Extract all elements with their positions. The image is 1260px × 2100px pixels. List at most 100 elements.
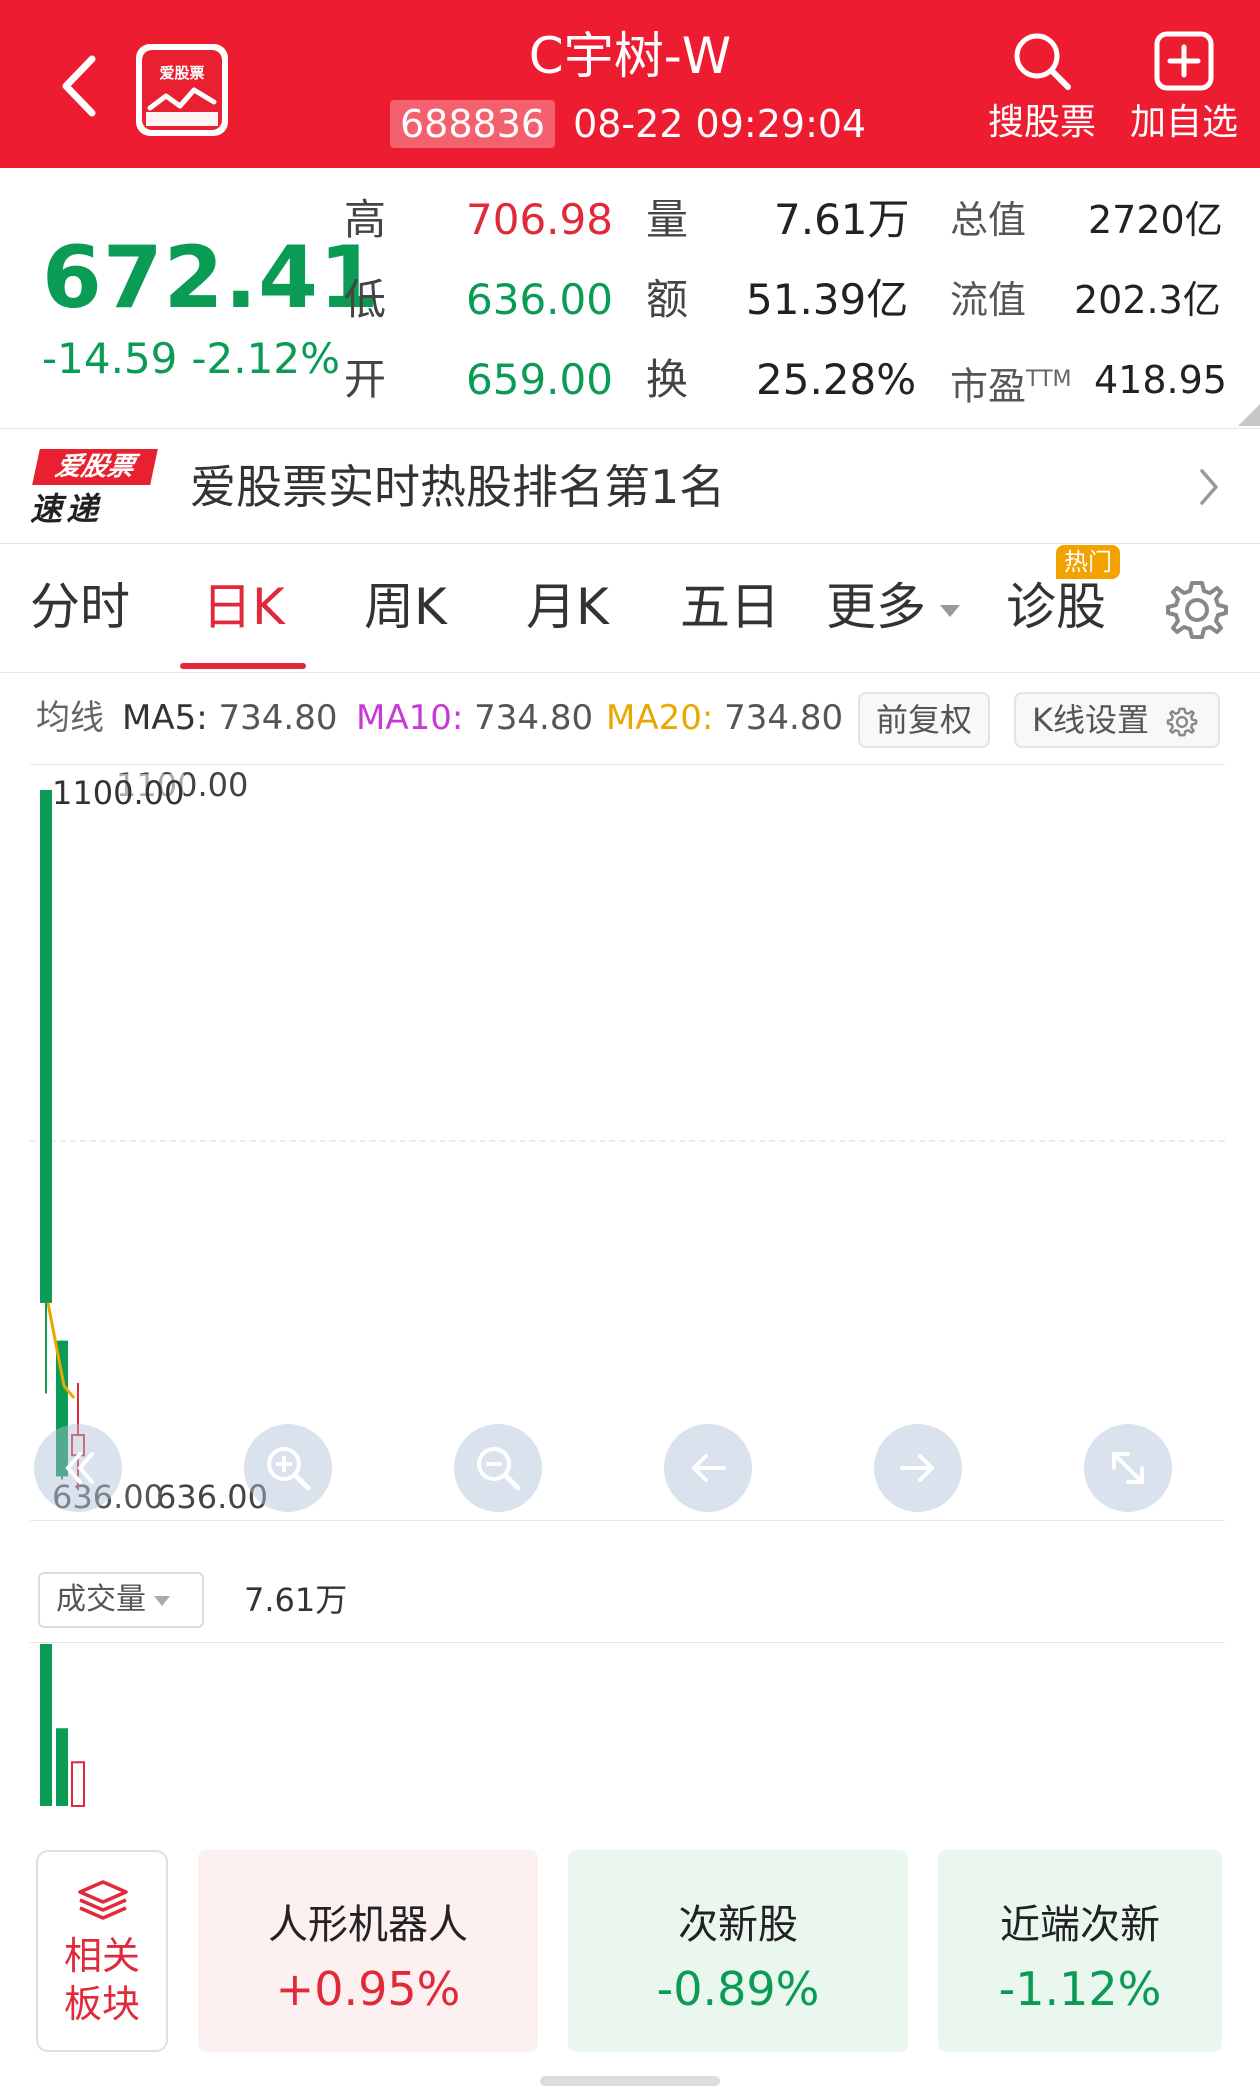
sector-name: 次新股 xyxy=(678,1902,798,1948)
adjust-mode-button[interactable]: 前复权 xyxy=(858,692,991,748)
quote-panel: 672.41 -14.59 -2.12% 高 706.98 量 7.61万 总值 … xyxy=(0,168,1260,426)
pe-value: 418.95 xyxy=(1094,358,1227,402)
ma-legend: 均线 MA5: 734.80 MA10: 734.80 MA20: 734.80… xyxy=(0,686,1260,750)
chart-settings-button[interactable] xyxy=(1162,575,1232,645)
ma5-value: 734.80 xyxy=(218,698,338,738)
plus-box-icon xyxy=(1154,31,1214,91)
layers-icon xyxy=(78,1880,128,1920)
zoom-in-button[interactable] xyxy=(244,1424,332,1512)
kline-svg xyxy=(40,790,85,1490)
related-sectors-button[interactable]: 相关板块 xyxy=(36,1850,168,2052)
turnover-value: 25.28% xyxy=(756,355,917,404)
volume-value: 7.61万 xyxy=(774,195,910,244)
ma20-value: 734.80 xyxy=(724,698,844,738)
low-label: 低 xyxy=(344,275,387,324)
float-cap-value: 202.3亿 xyxy=(1074,278,1221,322)
expand-corner-icon[interactable] xyxy=(1238,404,1260,426)
search-stock-button[interactable]: 搜股票 xyxy=(980,24,1104,148)
hot-badge: 热门 xyxy=(1056,545,1120,579)
volume-readout: 7.61万 xyxy=(244,1581,348,1619)
tab-more[interactable]: 更多 xyxy=(826,545,960,673)
related-sectors-label: 相关板块 xyxy=(63,1934,140,2026)
high-label: 高 xyxy=(344,195,387,244)
hot-rank-banner[interactable]: 爱股票 速递 爱股票实时热股排名第1名 xyxy=(0,428,1260,544)
tab-weekly-k[interactable]: 周K xyxy=(364,545,447,673)
sudi-logo: 爱股票 速递 xyxy=(30,449,158,529)
tab-daily-k[interactable]: 日K xyxy=(202,545,285,673)
sector-card[interactable]: 次新股 -0.89% xyxy=(568,1850,908,2052)
volume-chart xyxy=(40,1644,85,1808)
volume-bar xyxy=(40,1644,52,1806)
caret-down-icon xyxy=(940,604,960,617)
quote-row-1: 高 706.98 量 7.61万 总值 2720亿 xyxy=(0,190,1260,250)
zoom-in-icon xyxy=(267,1447,311,1491)
back-arrow-icon xyxy=(62,55,96,117)
stock-name: C宇树-W xyxy=(528,27,732,85)
turnover-label: 换 xyxy=(646,355,689,404)
kline-chart[interactable]: 1100.00 1100.00 636.00 636.00 xyxy=(0,760,1260,1520)
market-cap-label: 总值 xyxy=(950,198,1027,242)
quote-row-2: 低 636.00 额 51.39亿 流值 202.3亿 xyxy=(0,270,1260,330)
indicator-select-label: 成交量 xyxy=(56,1582,146,1617)
back-button[interactable] xyxy=(48,46,108,126)
sector-change: -0.89% xyxy=(656,1962,820,2016)
market-cap-value: 2720亿 xyxy=(1088,198,1223,242)
scroll-left-end-button[interactable] xyxy=(34,1424,122,1512)
sector-card[interactable]: 近端次新 -1.12% xyxy=(938,1850,1222,2052)
sudi-logo-bottom: 速递 xyxy=(30,490,103,528)
kline-settings-button[interactable]: K线设置 xyxy=(1014,692,1220,748)
stock-subtitle: 688836 08-22 09:29:04 xyxy=(390,100,866,148)
ma10-item: MA10: 734.80 xyxy=(356,698,594,738)
add-watchlist-button[interactable]: 加自选 xyxy=(1122,24,1246,148)
sector-card[interactable]: 人形机器人 +0.95% xyxy=(198,1850,538,2052)
logo-chart-icon xyxy=(146,87,218,126)
search-stock-label: 搜股票 xyxy=(987,102,1096,143)
app-logo[interactable]: 爱股票 xyxy=(136,44,228,136)
chevron-right-icon xyxy=(1200,469,1218,505)
ma5-item: MA5: 734.80 xyxy=(122,698,338,738)
volume-bar xyxy=(71,1761,85,1808)
sector-change: -1.12% xyxy=(998,1962,1162,2016)
chart-bottom-divider xyxy=(30,1520,1225,1521)
ma10-value: 734.80 xyxy=(474,698,594,738)
volume-label: 量 xyxy=(646,195,689,244)
volume-divider xyxy=(30,1642,1225,1643)
volume-bar xyxy=(56,1728,68,1806)
home-indicator xyxy=(540,2076,720,2086)
amount-value: 51.39亿 xyxy=(746,275,909,324)
ma-label: 均线 xyxy=(36,698,104,738)
chart-period-tabs: 分时 日K 周K 月K 五日 更多 诊股 热门 xyxy=(0,545,1260,673)
scroll-left-button[interactable] xyxy=(664,1424,752,1512)
kline-settings-label: K线设置 xyxy=(1032,701,1149,739)
quote-datetime: 08-22 09:29:04 xyxy=(573,102,867,146)
ma20-item: MA20: 734.80 xyxy=(606,698,844,738)
tab-monthly-k[interactable]: 月K xyxy=(526,545,609,673)
double-chevron-left-icon xyxy=(65,1452,94,1484)
zoom-out-button[interactable] xyxy=(454,1424,542,1512)
zoom-out-icon xyxy=(477,1447,521,1491)
sudi-logo-top: 爱股票 xyxy=(32,449,158,485)
gear-icon xyxy=(1166,581,1228,639)
tab-intraday[interactable]: 分时 xyxy=(30,545,130,673)
amount-label: 额 xyxy=(646,275,689,324)
sector-name: 人形机器人 xyxy=(268,1902,468,1948)
banner-text: 爱股票实时热股排名第1名 xyxy=(190,460,726,514)
candle-body xyxy=(40,790,52,1303)
open-value: 659.00 xyxy=(466,355,613,404)
active-tab-indicator xyxy=(180,663,306,669)
arrow-left-icon xyxy=(692,1454,726,1482)
arrow-right-icon xyxy=(900,1454,934,1482)
tab-more-label: 更多 xyxy=(826,578,926,636)
pe-label: 市盈TTM xyxy=(950,364,1072,409)
high-value: 706.98 xyxy=(466,195,613,244)
fullscreen-button[interactable] xyxy=(1084,1424,1172,1512)
tab-five-day[interactable]: 五日 xyxy=(680,545,780,673)
gear-small-icon xyxy=(1166,707,1198,737)
quote-row-3: 开 659.00 换 25.28% 市盈TTM 418.95 xyxy=(0,350,1260,410)
search-icon xyxy=(1014,33,1071,90)
scroll-right-button[interactable] xyxy=(874,1424,962,1512)
stock-code: 688836 xyxy=(390,100,556,148)
indicator-select[interactable]: 成交量 xyxy=(38,1572,204,1628)
low-value: 636.00 xyxy=(466,275,613,324)
sector-change: +0.95% xyxy=(275,1962,461,2016)
